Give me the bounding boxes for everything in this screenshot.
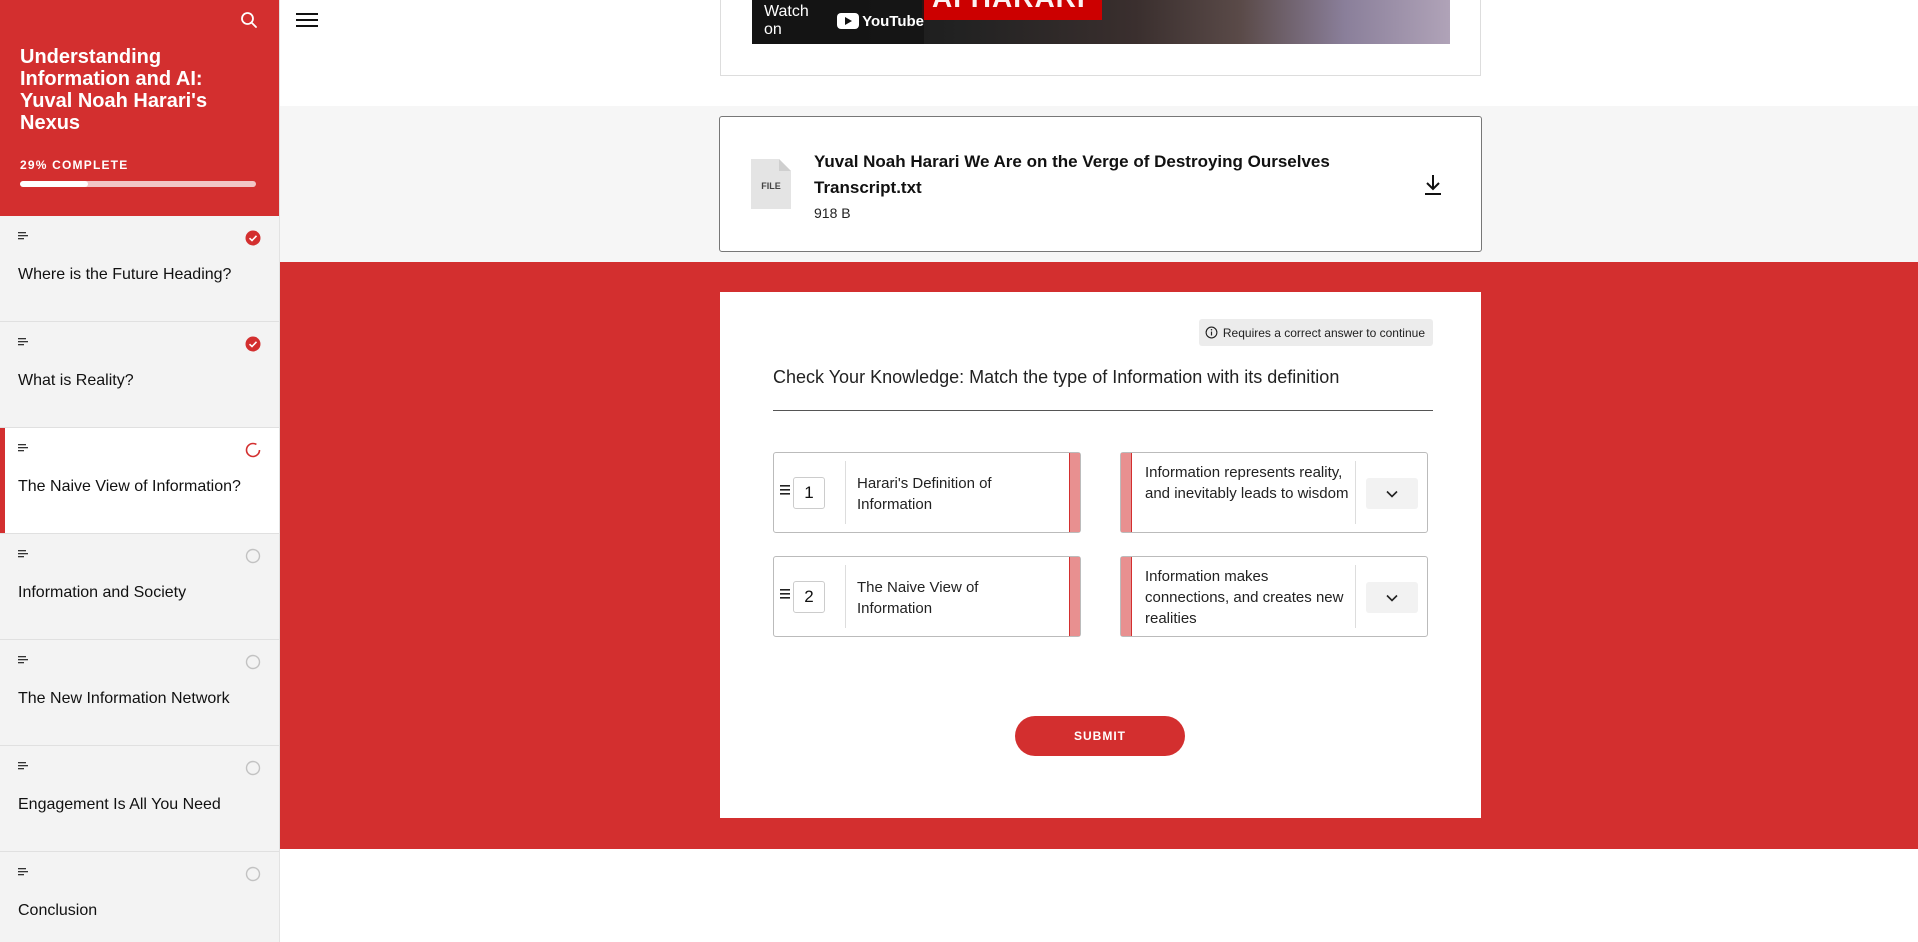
menu-icon[interactable] xyxy=(296,11,318,29)
empty-circle-icon xyxy=(245,760,261,776)
sidebar-header: Understanding Information and AI: Yuval … xyxy=(0,0,279,216)
video-overlay-text: AI HARARI xyxy=(932,0,1086,14)
video-thumbnail[interactable]: AI HARARI Watch on YouTube xyxy=(752,0,1450,44)
sidebar-lesson-label: What is Reality? xyxy=(18,372,134,389)
match-number: 1 xyxy=(793,477,825,509)
search-icon[interactable] xyxy=(239,10,259,30)
check-circle-icon xyxy=(245,336,261,352)
course-title: Understanding Information and AI: Yuval … xyxy=(20,46,208,134)
progress-bar xyxy=(20,181,256,187)
match-definition-text: Information represents reality, and inev… xyxy=(1145,464,1349,502)
match-term-item[interactable]: 2 The Naive View of Information xyxy=(773,556,1081,637)
drag-handle-icon[interactable] xyxy=(780,484,790,496)
requirement-text: Requires a correct answer to continue xyxy=(1222,325,1425,340)
sidebar-lesson-item[interactable]: Conclusion xyxy=(0,852,279,942)
text-lesson-icon xyxy=(18,762,28,770)
match-connector-bar xyxy=(1121,453,1132,532)
sidebar-lesson-item[interactable]: Engagement Is All You Need xyxy=(0,746,279,852)
empty-circle-icon xyxy=(245,866,261,882)
text-lesson-icon xyxy=(18,550,28,558)
sidebar-lesson-item[interactable]: Where is the Future Heading? xyxy=(0,216,279,322)
sidebar-lesson-item[interactable]: What is Reality? xyxy=(0,322,279,428)
match-definition-item: Information represents reality, and inev… xyxy=(1120,452,1428,533)
quiz-card: Requires a correct answer to continue Ch… xyxy=(720,292,1481,818)
empty-circle-icon xyxy=(245,654,261,670)
sidebar-lesson-label: The Naive View of Information? xyxy=(18,478,241,495)
match-number: 2 xyxy=(793,581,825,613)
in-progress-icon xyxy=(245,442,261,458)
video-card: AI HARARI Watch on YouTube xyxy=(720,0,1481,76)
quiz-question: Check Your Knowledge: Match the type of … xyxy=(773,367,1433,411)
match-connector-bar xyxy=(1069,453,1080,532)
watch-on-label: Watch on xyxy=(764,3,809,38)
match-select-dropdown[interactable] xyxy=(1366,582,1418,613)
watch-on-youtube-button[interactable]: Watch on YouTube xyxy=(752,0,924,44)
sidebar-lesson-item[interactable]: The New Information Network xyxy=(0,640,279,746)
match-definition-text: Information makes connections, and creat… xyxy=(1145,568,1344,627)
sidebar-lesson-item[interactable]: Information and Society xyxy=(0,534,279,640)
text-lesson-icon xyxy=(18,444,28,452)
divider xyxy=(845,565,846,628)
match-term-text: Harari's Definition of Information xyxy=(857,475,992,513)
match-term-item[interactable]: 1 Harari's Definition of Information xyxy=(773,452,1081,533)
text-lesson-icon xyxy=(18,338,28,346)
course-sidebar: Understanding Information and AI: Yuval … xyxy=(0,0,280,942)
info-icon xyxy=(1205,326,1218,339)
match-select-dropdown[interactable] xyxy=(1366,478,1418,509)
sidebar-lesson-label: The New Information Network xyxy=(18,690,230,707)
divider xyxy=(1355,461,1356,524)
file-icon: FILE xyxy=(751,159,791,209)
sidebar-lesson-label: Where is the Future Heading? xyxy=(18,266,232,283)
youtube-logo-icon: YouTube xyxy=(837,13,924,30)
sidebar-lesson-item[interactable]: The Naive View of Information? xyxy=(0,428,279,534)
chevron-down-icon xyxy=(1386,490,1398,498)
match-definition-item: Information makes connections, and creat… xyxy=(1120,556,1428,637)
file-size: 918 B xyxy=(814,205,851,221)
download-icon[interactable] xyxy=(1423,173,1443,197)
file-icon-label: FILE xyxy=(761,181,781,191)
file-attachment: FILE Yuval Noah Harari We Are on the Ver… xyxy=(719,116,1482,252)
match-term-text: The Naive View of Information xyxy=(857,579,979,617)
text-lesson-icon xyxy=(18,232,28,240)
submit-button[interactable]: SUBMIT xyxy=(1015,716,1185,756)
check-circle-icon xyxy=(245,230,261,246)
youtube-logo-text: YouTube xyxy=(862,12,924,30)
chevron-down-icon xyxy=(1386,594,1398,602)
sidebar-lesson-label: Conclusion xyxy=(18,902,98,919)
match-connector-bar xyxy=(1069,557,1080,636)
text-lesson-icon xyxy=(18,868,28,876)
requirement-badge: Requires a correct answer to continue xyxy=(1198,319,1433,346)
progress-bar-fill xyxy=(20,181,89,187)
file-name: Yuval Noah Harari We Are on the Verge of… xyxy=(814,152,1330,197)
match-connector-bar xyxy=(1121,557,1132,636)
sidebar-lesson-label: Information and Society xyxy=(18,584,187,601)
text-lesson-icon xyxy=(18,656,28,664)
drag-handle-icon[interactable] xyxy=(780,588,790,600)
divider xyxy=(1355,565,1356,628)
progress-label: 29% COMPLETE xyxy=(20,158,129,172)
sidebar-lesson-label: Engagement Is All You Need xyxy=(18,796,221,813)
empty-circle-icon xyxy=(245,548,261,564)
divider xyxy=(845,461,846,524)
